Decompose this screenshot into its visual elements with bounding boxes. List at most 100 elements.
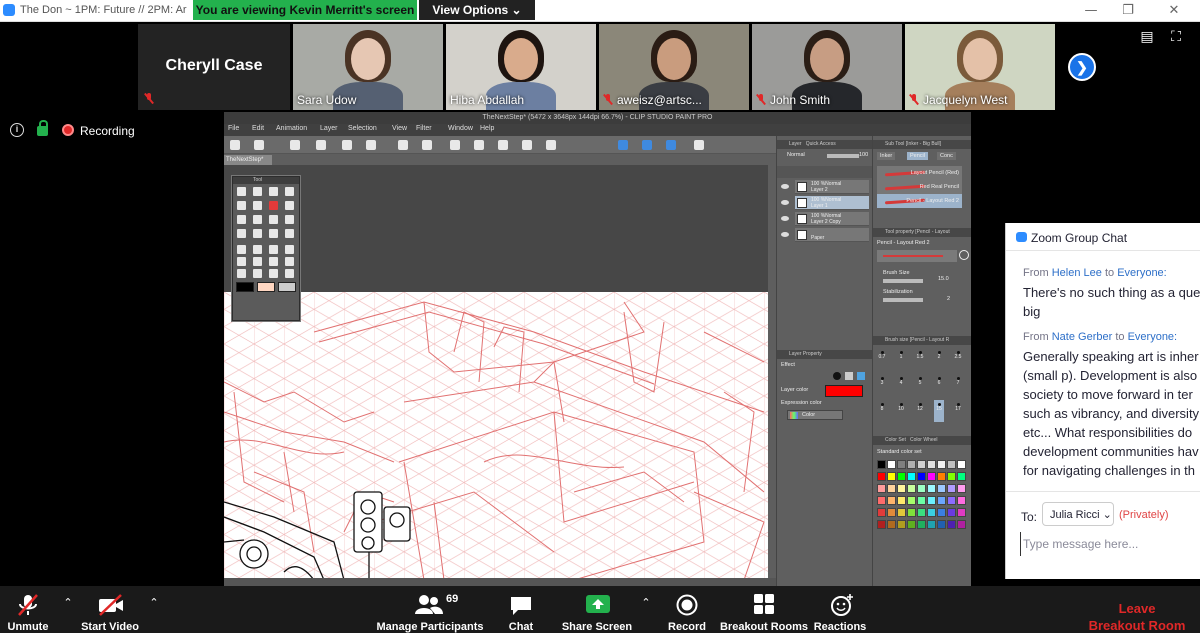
color-swatch[interactable]	[927, 520, 936, 529]
tool-icon[interactable]	[237, 229, 246, 238]
tool-icon[interactable]	[269, 257, 278, 266]
color-set-tab[interactable]: Color Set Color Wheel	[873, 436, 971, 445]
gallery-layout-icon[interactable]: ▤	[1138, 28, 1156, 46]
color-swatch[interactable]	[917, 520, 926, 529]
color-swatch[interactable]	[877, 508, 886, 517]
effect-tone-icon[interactable]	[845, 372, 853, 380]
toolbar-tool-icon[interactable]	[230, 140, 240, 150]
tool-icon[interactable]	[253, 201, 262, 210]
color-swatch[interactable]	[917, 484, 926, 493]
participant-tile-cheryll-case[interactable]: Cheryll Case	[138, 24, 290, 110]
color-swatch[interactable]	[887, 496, 896, 505]
opacity-slider[interactable]	[827, 154, 859, 158]
manage-participants-button[interactable]: Manage Participants	[375, 586, 485, 633]
menu-item[interactable]: Help	[480, 125, 494, 132]
tool-icon[interactable]	[285, 229, 294, 238]
minimize-icon[interactable]: —	[1077, 1, 1105, 21]
tool-icon[interactable]	[253, 257, 262, 266]
tool-icon[interactable]	[253, 187, 262, 196]
restore-icon[interactable]: ❐	[1114, 1, 1142, 21]
transparent-color-swatch[interactable]	[278, 282, 296, 292]
color-swatch[interactable]	[927, 496, 936, 505]
lock-icon[interactable]	[37, 120, 48, 136]
color-swatch[interactable]	[877, 520, 886, 529]
toolbar-tool-icon[interactable]	[254, 140, 264, 150]
color-swatch[interactable]	[897, 472, 906, 481]
brush-item[interactable]: Layout Pencil (Red)	[877, 166, 962, 180]
eye-icon[interactable]	[781, 232, 789, 237]
color-swatch[interactable]	[917, 472, 926, 481]
toolbar-tool-icon[interactable]	[290, 140, 300, 150]
brush-size-preset[interactable]: 2	[934, 348, 944, 370]
eye-icon[interactable]	[781, 200, 789, 205]
color-swatch[interactable]	[957, 460, 966, 469]
view-options-button[interactable]: View Options ⌄	[419, 0, 535, 20]
color-swatch[interactable]	[897, 460, 906, 469]
color-swatch[interactable]	[937, 520, 946, 529]
main-color-swatch[interactable]	[236, 282, 254, 292]
brush-size-preset[interactable]: 5	[915, 374, 925, 396]
tool-icon[interactable]	[269, 245, 278, 254]
menu-item[interactable]: Layer	[320, 125, 338, 132]
color-swatch[interactable]	[917, 508, 926, 517]
sub-tool-tab[interactable]: Pencil	[907, 152, 928, 160]
layer-color-swatch[interactable]	[825, 385, 863, 397]
tool-icon[interactable]	[253, 245, 262, 254]
chat-message-input[interactable]	[1020, 532, 1196, 556]
color-swatch[interactable]	[927, 484, 936, 493]
reactions-button[interactable]: Reactions	[812, 586, 868, 633]
color-swatch[interactable]	[877, 472, 886, 481]
color-swatch[interactable]	[897, 520, 906, 529]
color-swatch[interactable]	[937, 484, 946, 493]
color-swatch[interactable]	[907, 496, 916, 505]
color-swatch[interactable]	[897, 508, 906, 517]
toolbar-tool-icon[interactable]	[546, 140, 556, 150]
participant-tile[interactable]: Sara Udow	[293, 24, 443, 110]
color-swatch[interactable]	[937, 508, 946, 517]
tool-icon[interactable]	[285, 245, 294, 254]
toolbar-tool-icon[interactable]	[498, 140, 508, 150]
record-button[interactable]: Record	[664, 586, 710, 633]
brush-size-preset[interactable]: 0.7	[877, 348, 887, 370]
menu-item[interactable]: View	[392, 125, 407, 132]
tool-icon[interactable]	[285, 187, 294, 196]
effect-color-icon[interactable]	[857, 372, 865, 380]
sub-tool-tab[interactable]: Conc	[937, 152, 956, 160]
tool-icon[interactable]	[285, 215, 294, 224]
color-swatch[interactable]	[927, 472, 936, 481]
tool-icon[interactable]	[269, 187, 278, 196]
color-swatch[interactable]	[957, 496, 966, 505]
brush-size-preset[interactable]: 8	[877, 400, 887, 422]
menu-item[interactable]: Filter	[416, 125, 432, 132]
toolbar-tool-icon[interactable]	[366, 140, 376, 150]
color-swatch[interactable]	[887, 472, 896, 481]
tool-icon[interactable]	[237, 269, 246, 278]
toolbar-tool-icon[interactable]	[522, 140, 532, 150]
toolbar-tool-icon[interactable]	[422, 140, 432, 150]
tool-icon[interactable]	[269, 215, 278, 224]
layer-row[interactable]: 100 %Normal Layer 2	[795, 180, 869, 194]
color-swatch[interactable]	[937, 460, 946, 469]
start-video-button[interactable]: Start Video	[78, 586, 142, 633]
toolbar-tool-icon[interactable]	[618, 140, 628, 150]
layer-row[interactable]: Paper	[795, 228, 869, 242]
menu-item[interactable]: Window	[448, 125, 473, 132]
color-swatch[interactable]	[927, 508, 936, 517]
toolbar-tool-icon[interactable]	[694, 140, 704, 150]
expression-color-select[interactable]: Color	[787, 410, 843, 420]
sub-color-swatch[interactable]	[257, 282, 275, 292]
brush-size-preset[interactable]: 1.5	[915, 348, 925, 370]
tool-icon[interactable]	[253, 229, 262, 238]
tool-icon[interactable]	[269, 269, 278, 278]
tool-icon[interactable]	[253, 269, 262, 278]
layer-row[interactable]: 100 %Normal Layer 2 Copy	[795, 212, 869, 226]
tool-icon[interactable]	[237, 201, 246, 210]
color-swatch[interactable]	[947, 472, 956, 481]
color-swatch[interactable]	[957, 508, 966, 517]
brush-size-slider[interactable]	[883, 279, 923, 283]
color-swatch[interactable]	[887, 460, 896, 469]
color-swatch[interactable]	[907, 484, 916, 493]
color-swatch[interactable]	[957, 484, 966, 493]
color-swatch[interactable]	[907, 472, 916, 481]
brush-item[interactable]: Red Real Pencil	[877, 180, 962, 194]
